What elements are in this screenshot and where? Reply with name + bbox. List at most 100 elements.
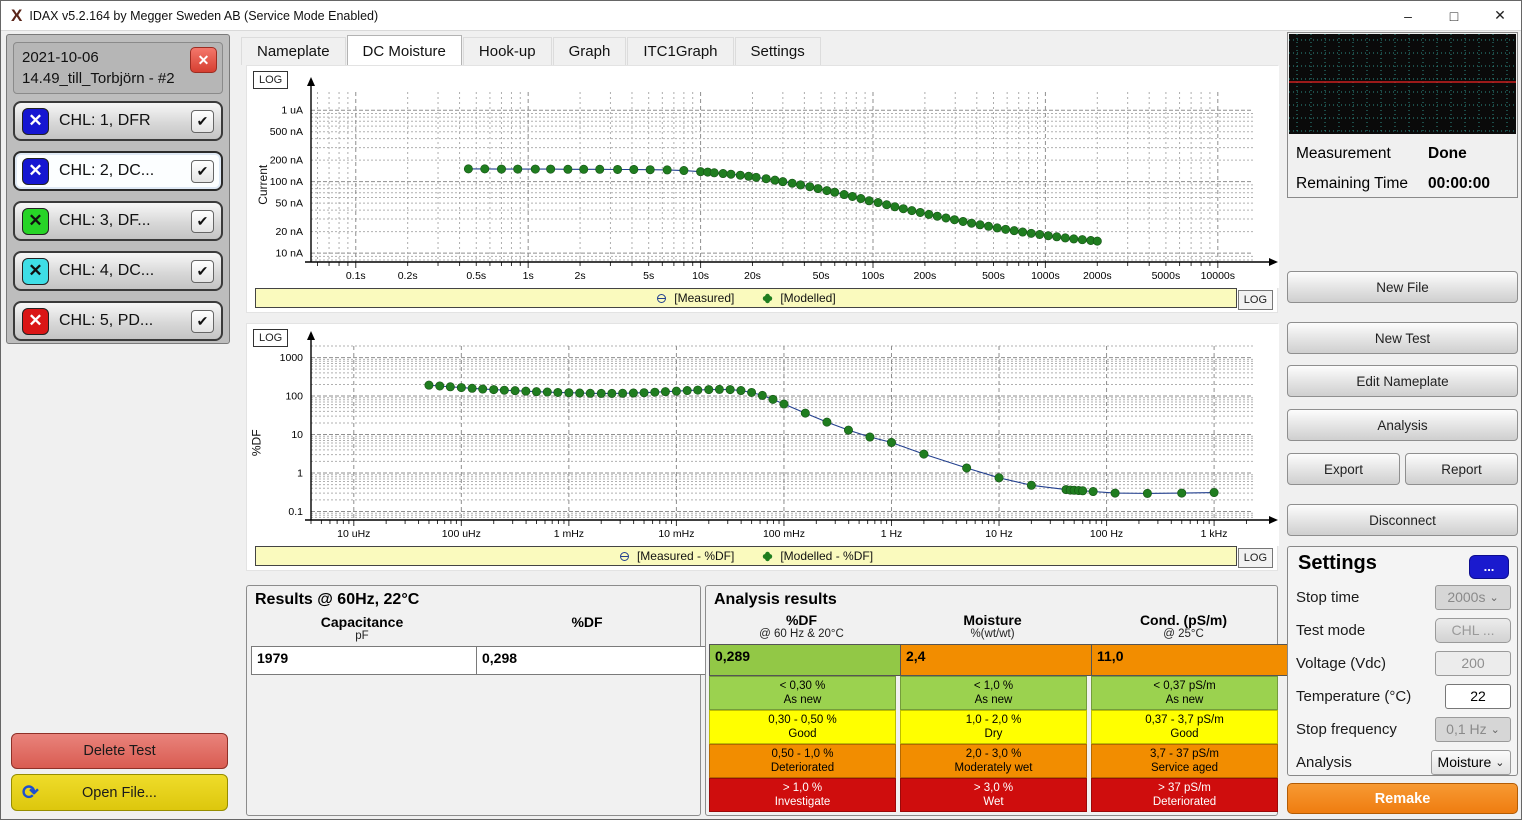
analysis-df-header: %DF@ 60 Hz & 20°C xyxy=(709,612,894,640)
channel-2-checkbox[interactable]: ✔ xyxy=(191,160,214,183)
remake-button[interactable]: Remake xyxy=(1287,783,1518,814)
channel-1-label: CHL: 1, DFR xyxy=(59,112,191,130)
legend-measured-label: [Measured] xyxy=(674,291,734,305)
channel-1-checkbox[interactable]: ✔ xyxy=(191,110,214,133)
svg-text:1: 1 xyxy=(297,467,303,479)
test-name: 14.49_till_Torbjörn - #2 xyxy=(22,68,214,89)
rating-cell: 1,0 - 2,0 %Dry xyxy=(900,710,1087,744)
svg-text:1 kHz: 1 kHz xyxy=(1201,528,1228,540)
svg-text:1 uA: 1 uA xyxy=(281,105,303,117)
channel-row-2[interactable]: ✕ CHL: 2, DC... ✔ xyxy=(13,151,223,191)
delete-test-button[interactable]: Delete Test xyxy=(11,733,228,769)
channel-4-label: CHL: 4, DC... xyxy=(59,262,191,280)
svg-text:100s: 100s xyxy=(862,270,885,282)
title-bar: X IDAX v5.2.164 by Megger Sweden AB (Ser… xyxy=(1,1,1522,31)
current-vs-time-chart: LOG Current 0.1s0.2s0.5s1s2s5s10s20s50s1… xyxy=(246,65,1278,313)
settings-more-button[interactable]: ... xyxy=(1469,555,1509,579)
log-scale-button[interactable]: LOG xyxy=(253,329,288,347)
stop-frequency-row: Stop frequency 0,1 Hz⌄ xyxy=(1296,717,1511,741)
measurement-status-panel: Measurement Done Remaining Time 00:00:00 xyxy=(1287,32,1518,198)
rating-cell: > 3,0 %Wet xyxy=(900,778,1087,812)
log-scale-button[interactable]: LOG xyxy=(253,71,288,89)
svg-text:100: 100 xyxy=(285,391,303,403)
tab-nameplate[interactable]: Nameplate xyxy=(241,37,346,65)
rating-cell: < 1,0 %As new xyxy=(900,676,1087,710)
close-test-icon[interactable]: ✕ xyxy=(190,47,217,73)
chevron-down-icon: ⌄ xyxy=(1495,756,1504,769)
analysis-title: Analysis results xyxy=(714,591,837,609)
channel-4-icon: ✕ xyxy=(22,258,49,285)
channel-row-1[interactable]: ✕ CHL: 1, DFR ✔ xyxy=(13,101,223,141)
chevron-down-icon: ⌄ xyxy=(1489,591,1498,604)
new-test-button[interactable]: New Test xyxy=(1287,322,1518,354)
open-file-button[interactable]: ⟳ Open File... xyxy=(11,774,228,811)
channel-4-checkbox[interactable]: ✔ xyxy=(191,260,214,283)
app-logo-icon: X xyxy=(11,6,22,26)
analysis-mode-row: Analysis Moisture⌄ xyxy=(1296,750,1511,774)
rating-cell: 0,30 - 0,50 %Good xyxy=(709,710,896,744)
svg-text:20 nA: 20 nA xyxy=(276,226,303,238)
measurement-value: Done xyxy=(1428,145,1510,163)
rating-cell: < 0,37 pS/mAs new xyxy=(1091,676,1278,710)
svg-text:10 nA: 10 nA xyxy=(276,248,303,260)
tab-hook-up[interactable]: Hook-up xyxy=(463,37,552,65)
tab-graph[interactable]: Graph xyxy=(553,37,627,65)
svg-text:10 uHz: 10 uHz xyxy=(337,528,370,540)
df-value: 0,298 xyxy=(476,646,710,675)
minimize-icon[interactable]: – xyxy=(1385,1,1431,30)
analysis-button[interactable]: Analysis xyxy=(1287,409,1518,441)
chart-plot-area: 0.1s0.2s0.5s1s2s5s10s20s50s100s200s500s1… xyxy=(247,66,1279,288)
voltage-input: 200 xyxy=(1435,651,1511,676)
legend-modelled-label: [Modelled] xyxy=(780,291,835,305)
df-header: %DF xyxy=(476,614,698,630)
channel-3-checkbox[interactable]: ✔ xyxy=(191,210,214,233)
analysis-cond-value: 11,0 xyxy=(1091,644,1288,676)
new-file-button[interactable]: New File xyxy=(1287,271,1518,303)
maximize-icon[interactable]: □ xyxy=(1431,1,1477,30)
log-scale-button[interactable]: LOG xyxy=(1238,290,1273,310)
export-button[interactable]: Export xyxy=(1287,453,1400,485)
modelled-marker-icon xyxy=(762,551,773,562)
channel-3-icon: ✕ xyxy=(22,208,49,235)
settings-panel: Settings ... Stop time 2000s⌄ Test mode … xyxy=(1287,546,1518,776)
tab-bar: Nameplate DC Moisture Hook-up Graph ITC1… xyxy=(241,35,822,65)
analysis-moisture-header: Moisture%(wt/wt) xyxy=(900,612,1085,640)
test-sidebar: 2021-10-06 14.49_till_Torbjörn - #2 ✕ ✕ … xyxy=(6,34,230,344)
channel-5-checkbox[interactable]: ✔ xyxy=(191,310,214,333)
svg-text:0.1s: 0.1s xyxy=(346,270,366,282)
oscilloscope-display xyxy=(1289,34,1516,134)
legend-measured: [Measured - %DF] xyxy=(619,549,734,563)
channel-row-5[interactable]: ✕ CHL: 5, PD... ✔ xyxy=(13,301,223,341)
svg-text:10 Hz: 10 Hz xyxy=(985,528,1012,540)
channel-row-4[interactable]: ✕ CHL: 4, DC... ✔ xyxy=(13,251,223,291)
rating-cell: 3,7 - 37 pS/mService aged xyxy=(1091,744,1278,778)
channel-row-3[interactable]: ✕ CHL: 3, DF... ✔ xyxy=(13,201,223,241)
test-header[interactable]: 2021-10-06 14.49_till_Torbjörn - #2 ✕ xyxy=(13,42,223,94)
measurement-label: Measurement xyxy=(1296,145,1391,163)
legend-modelled: [Modelled - %DF] xyxy=(762,549,873,563)
close-icon[interactable]: ✕ xyxy=(1477,1,1522,30)
analysis-mode-select[interactable]: Moisture⌄ xyxy=(1431,750,1511,775)
chevron-down-icon: ⌄ xyxy=(1491,723,1500,736)
tab-dc-moisture[interactable]: DC Moisture xyxy=(347,35,462,65)
chart-legend: [Measured - %DF] [Modelled - %DF] xyxy=(255,546,1237,566)
edit-nameplate-button[interactable]: Edit Nameplate xyxy=(1287,365,1518,397)
svg-text:10: 10 xyxy=(291,429,303,441)
settings-title: Settings xyxy=(1298,552,1377,575)
legend-modelled: [Modelled] xyxy=(762,291,835,305)
temperature-input[interactable]: 22 xyxy=(1445,684,1511,709)
open-file-label: Open File... xyxy=(82,785,157,801)
remaining-time-value: 00:00:00 xyxy=(1428,175,1510,193)
rating-cell: 0,50 - 1,0 %Deteriorated xyxy=(709,744,896,778)
rating-cell: 0,37 - 3,7 pS/mGood xyxy=(1091,710,1278,744)
disconnect-button[interactable]: Disconnect xyxy=(1287,504,1518,536)
log-scale-button[interactable]: LOG xyxy=(1238,548,1273,568)
report-button[interactable]: Report xyxy=(1405,453,1518,485)
channel-1-icon: ✕ xyxy=(22,108,49,135)
tab-itc1graph[interactable]: ITC1Graph xyxy=(627,37,733,65)
rating-cell: 2,0 - 3,0 %Moderately wet xyxy=(900,744,1087,778)
tab-settings[interactable]: Settings xyxy=(735,37,821,65)
svg-text:100 mHz: 100 mHz xyxy=(763,528,805,540)
rating-cell: < 0,30 %As new xyxy=(709,676,896,710)
svg-text:200 nA: 200 nA xyxy=(270,155,303,167)
